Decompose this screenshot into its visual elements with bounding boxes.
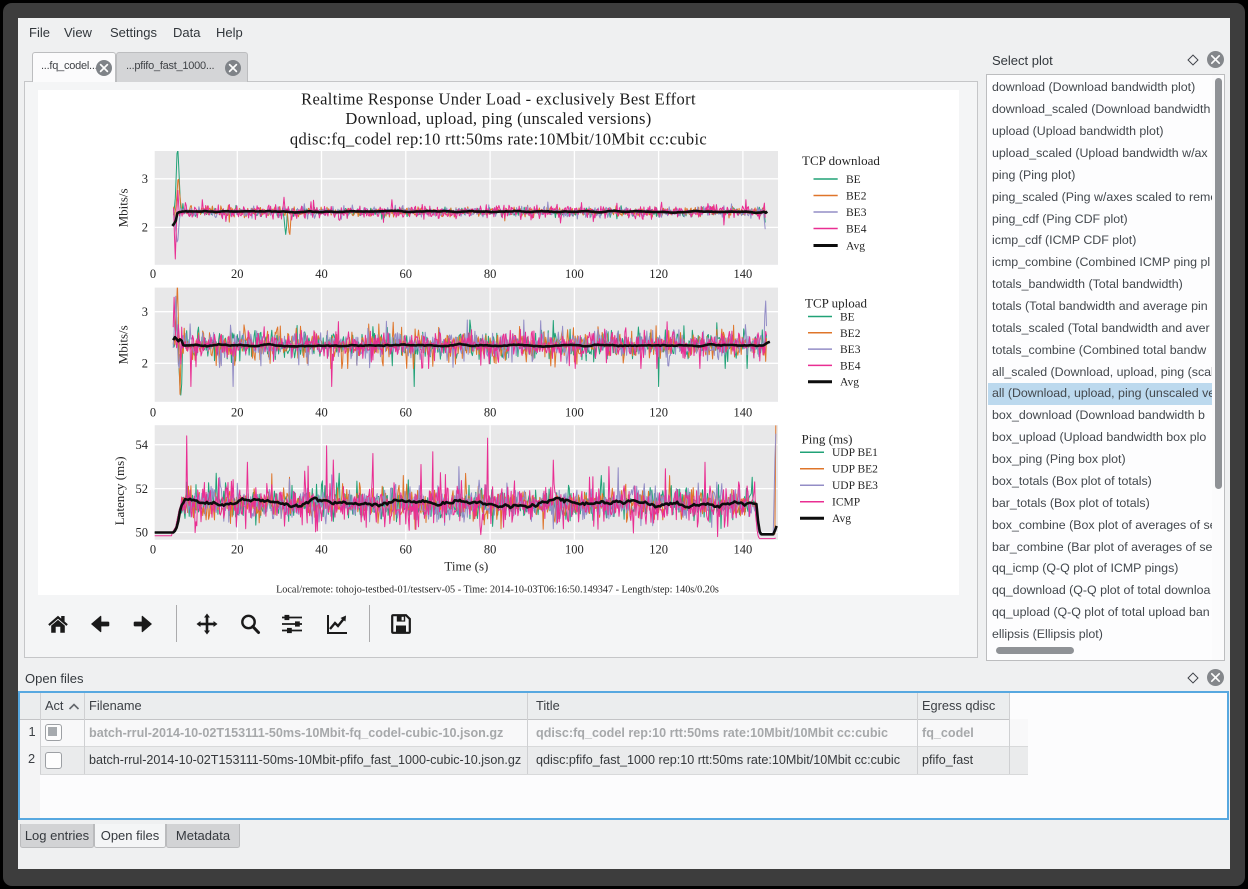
svg-text:TCP download: TCP download (802, 153, 880, 168)
svg-text:BE3: BE3 (840, 344, 861, 356)
svg-text:120: 120 (649, 267, 668, 281)
svg-text:40: 40 (315, 267, 328, 281)
svg-text:BE4: BE4 (840, 360, 861, 372)
svg-text:3: 3 (142, 305, 148, 319)
svg-text:140: 140 (734, 405, 753, 419)
svg-text:TCP upload: TCP upload (805, 295, 867, 310)
svg-text:BE2: BE2 (846, 191, 867, 203)
svg-text:Avg: Avg (846, 241, 865, 253)
svg-text:UDP BE2: UDP BE2 (832, 464, 878, 476)
svg-text:20: 20 (231, 542, 244, 556)
svg-text:Local/remote: tohojo-testbed-0: Local/remote: tohojo-testbed-01/testserv… (276, 584, 719, 595)
svg-text:80: 80 (484, 405, 497, 419)
svg-text:60: 60 (400, 405, 413, 419)
svg-text:100: 100 (565, 267, 584, 281)
svg-text:0: 0 (150, 405, 156, 419)
svg-text:100: 100 (565, 405, 584, 419)
svg-text:BE4: BE4 (846, 224, 867, 236)
svg-text:20: 20 (231, 267, 244, 281)
svg-text:120: 120 (649, 542, 668, 556)
svg-text:Latency (ms): Latency (ms) (112, 456, 127, 525)
svg-text:2: 2 (142, 357, 148, 371)
svg-text:UDP BE1: UDP BE1 (832, 447, 878, 459)
svg-text:120: 120 (649, 405, 668, 419)
svg-text:Mbits/s: Mbits/s (116, 325, 131, 364)
svg-text:54: 54 (136, 438, 149, 452)
svg-text:BE: BE (840, 312, 855, 324)
svg-text:Realtime Response Under Load -: Realtime Response Under Load - exclusive… (301, 90, 696, 109)
svg-text:Mbits/s: Mbits/s (116, 188, 131, 227)
svg-text:0: 0 (150, 542, 156, 556)
svg-text:BE2: BE2 (840, 328, 861, 340)
svg-text:UDP BE3: UDP BE3 (832, 480, 878, 492)
svg-text:140: 140 (734, 267, 753, 281)
svg-text:80: 80 (484, 542, 497, 556)
svg-text:BE3: BE3 (846, 207, 867, 219)
svg-text:ICMP: ICMP (832, 497, 860, 509)
svg-text:2: 2 (142, 221, 148, 235)
svg-text:40: 40 (315, 542, 328, 556)
svg-text:0: 0 (150, 267, 156, 281)
svg-text:Avg: Avg (832, 513, 851, 525)
svg-text:Time (s): Time (s) (444, 559, 488, 574)
svg-text:3: 3 (142, 172, 148, 186)
svg-text:Download, upload, ping (unscal: Download, upload, ping (unscaled version… (345, 109, 651, 128)
svg-text:100: 100 (565, 542, 584, 556)
svg-text:Avg: Avg (840, 377, 859, 389)
svg-text:BE: BE (846, 174, 861, 186)
svg-text:140: 140 (734, 542, 753, 556)
svg-text:Ping (ms): Ping (ms) (802, 432, 853, 447)
svg-text:60: 60 (400, 267, 413, 281)
svg-text:qdisc:fq_codel rep:10 rtt:50ms: qdisc:fq_codel rep:10 rtt:50ms rate:10Mb… (290, 130, 707, 149)
svg-text:52: 52 (136, 482, 149, 496)
svg-text:60: 60 (400, 542, 413, 556)
svg-text:80: 80 (484, 267, 497, 281)
svg-text:20: 20 (231, 405, 244, 419)
svg-text:40: 40 (315, 405, 328, 419)
svg-text:50: 50 (136, 526, 149, 540)
